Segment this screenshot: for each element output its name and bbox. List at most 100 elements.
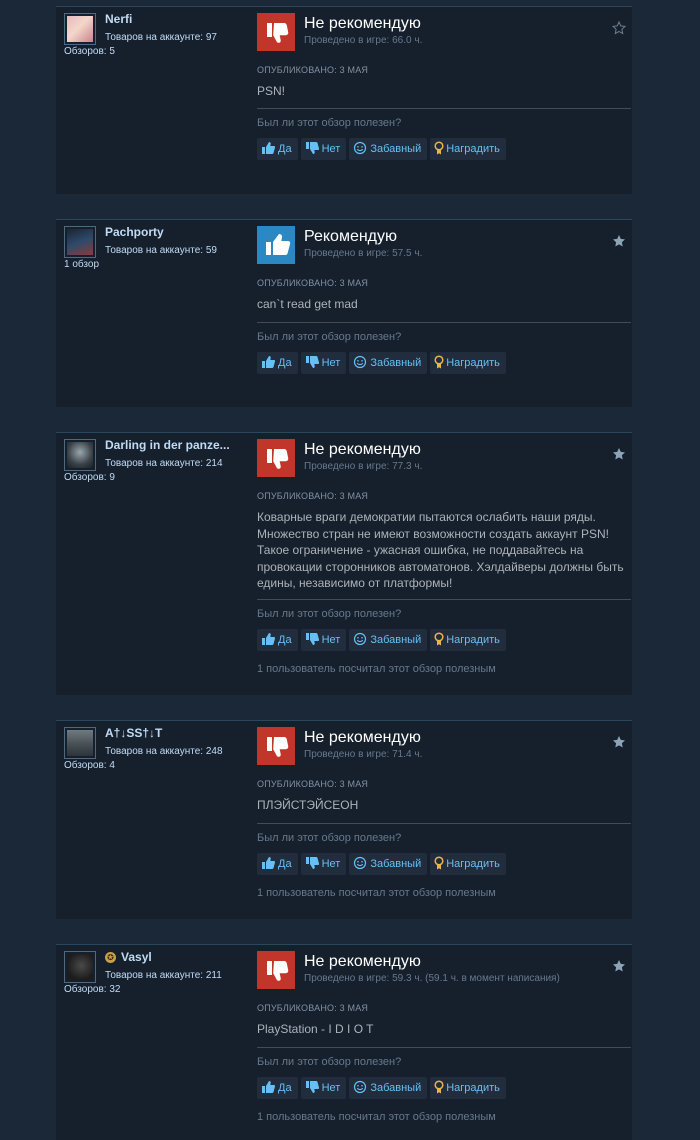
thumbs-up-icon — [257, 226, 295, 264]
vote-no-button[interactable]: Нет — [300, 138, 347, 160]
smiley-icon — [353, 632, 367, 646]
posted-date: ОПУБЛИКОВАНО: 3 МАЯ — [257, 491, 369, 501]
posted-date: ОПУБЛИКОВАНО: 3 МАЯ — [257, 1003, 369, 1013]
avatar[interactable] — [64, 951, 96, 983]
vote-no-button[interactable]: Нет — [300, 1077, 347, 1099]
reviews-count[interactable]: Обзоров: 5 — [64, 46, 115, 57]
divider — [257, 823, 631, 824]
persona-name[interactable]: A†↓SS†↓T — [105, 726, 245, 740]
thumbs-up-icon — [261, 1080, 276, 1094]
helpful-question: Был ли этот обзор полезен? — [257, 1056, 402, 1068]
persona-name[interactable]: ✪ Vasyl — [105, 950, 245, 964]
divider — [56, 6, 271, 7]
award-label: Наградить — [446, 634, 500, 646]
reviews-count[interactable]: Обзоров: 32 — [64, 984, 120, 995]
vote-yes-button[interactable]: Да — [257, 1077, 298, 1099]
divider — [56, 219, 271, 220]
award-button[interactable]: Наградить — [430, 853, 506, 875]
vote-funny-label: Забавный — [370, 634, 422, 646]
review-text: can`t read get mad — [257, 297, 358, 311]
products-owned: Товаров на аккаунте: 97 — [105, 32, 217, 43]
vote-yes-label: Да — [278, 357, 292, 369]
thumbs-down-icon — [305, 141, 319, 155]
award-icon — [434, 856, 444, 870]
vote-no-button[interactable]: Нет — [300, 352, 347, 374]
award-button[interactable]: Наградить — [430, 629, 506, 651]
thumbs-down-icon — [257, 439, 295, 477]
vote-funny-button[interactable]: Забавный — [349, 1077, 428, 1099]
persona-name[interactable]: Nerfi — [105, 12, 245, 26]
thumbs-down-icon — [257, 13, 295, 51]
thumbs-down-icon — [305, 355, 319, 369]
playtime: Проведено в игре: 59.3 ч. (59.1 ч. в мом… — [304, 973, 560, 984]
playtime: Проведено в игре: 57.5 ч. — [304, 248, 423, 259]
review-verdict: Не рекомендую — [304, 729, 421, 746]
reviews-count[interactable]: Обзоров: 4 — [64, 760, 115, 771]
review-text: PSN! — [257, 84, 286, 98]
smiley-icon — [353, 856, 367, 870]
persona-name[interactable]: Darling in der panze... — [105, 438, 245, 452]
helpful-question: Был ли этот обзор полезен? — [257, 331, 402, 343]
star-icon[interactable] — [612, 234, 626, 248]
vote-no-label: Нет — [321, 858, 341, 870]
vote-yes-button[interactable]: Да — [257, 629, 298, 651]
vote-no-label: Нет — [321, 357, 341, 369]
avatar[interactable] — [64, 13, 96, 45]
vote-no-label: Нет — [321, 1082, 341, 1094]
vote-funny-button[interactable]: Забавный — [349, 138, 428, 160]
award-label: Наградить — [446, 1082, 500, 1094]
vote-funny-button[interactable]: Забавный — [349, 853, 428, 875]
persona-name[interactable]: Pachporty — [105, 225, 245, 239]
vote-funny-label: Забавный — [370, 357, 422, 369]
review-card: ✪ Vasyl Товаров на аккаунте: 211 Обзоров:… — [56, 944, 632, 1140]
star-icon[interactable] — [612, 447, 626, 461]
review-text: Коварные враги демократии пытаются ослаб… — [257, 510, 624, 590]
review-verdict: Рекомендую — [304, 228, 398, 245]
divider — [56, 944, 271, 945]
thumbs-down-icon — [305, 1080, 319, 1094]
star-icon[interactable] — [612, 735, 626, 749]
vote-yes-button[interactable]: Да — [257, 853, 298, 875]
review-text: PlayStation - I D I O T — [257, 1022, 374, 1036]
divider — [257, 322, 631, 323]
vote-no-label: Нет — [321, 634, 341, 646]
award-icon — [434, 632, 444, 646]
reviews-count[interactable]: Обзоров: 9 — [64, 472, 115, 483]
thumbs-down-icon — [305, 856, 319, 870]
award-button[interactable]: Наградить — [430, 138, 506, 160]
award-icon — [434, 1080, 444, 1094]
thumbs-down-icon — [257, 727, 295, 765]
helpful-count: 1 пользователь посчитал этот обзор полез… — [257, 663, 496, 675]
vote-controls: Да Нет Забавный Наградить — [257, 138, 509, 160]
vote-yes-button[interactable]: Да — [257, 138, 298, 160]
review-card: Pachporty Товаров на аккаунте: 59 1 обзо… — [56, 219, 632, 407]
star-icon[interactable] — [612, 959, 626, 973]
vote-yes-button[interactable]: Да — [257, 352, 298, 374]
vote-funny-label: Забавный — [370, 858, 422, 870]
thumbs-up-icon — [261, 141, 276, 155]
star-outline-icon[interactable] — [611, 20, 627, 35]
review-card: Nerfi Товаров на аккаунте: 97 Обзоров: 5… — [56, 6, 632, 194]
avatar[interactable] — [64, 226, 96, 258]
products-owned: Товаров на аккаунте: 248 — [105, 746, 223, 757]
review-card: A†↓SS†↓T Товаров на аккаунте: 248 Обзоро… — [56, 720, 632, 919]
award-label: Наградить — [446, 357, 500, 369]
vote-funny-button[interactable]: Забавный — [349, 629, 428, 651]
vote-no-button[interactable]: Нет — [300, 853, 347, 875]
avatar[interactable] — [64, 727, 96, 759]
award-label: Наградить — [446, 858, 500, 870]
review-verdict: Не рекомендую — [304, 441, 421, 458]
vote-no-button[interactable]: Нет — [300, 629, 347, 651]
divider — [257, 108, 631, 109]
vote-funny-label: Забавный — [370, 143, 422, 155]
award-label: Наградить — [446, 143, 500, 155]
award-button[interactable]: Наградить — [430, 352, 506, 374]
reviews-count[interactable]: 1 обзор — [64, 259, 99, 270]
vote-funny-button[interactable]: Забавный — [349, 352, 428, 374]
divider — [257, 599, 631, 600]
avatar[interactable] — [64, 439, 96, 471]
award-badge-icon: ✪ — [105, 952, 116, 963]
thumbs-up-icon — [261, 856, 276, 870]
smiley-icon — [353, 141, 367, 155]
award-button[interactable]: Наградить — [430, 1077, 506, 1099]
